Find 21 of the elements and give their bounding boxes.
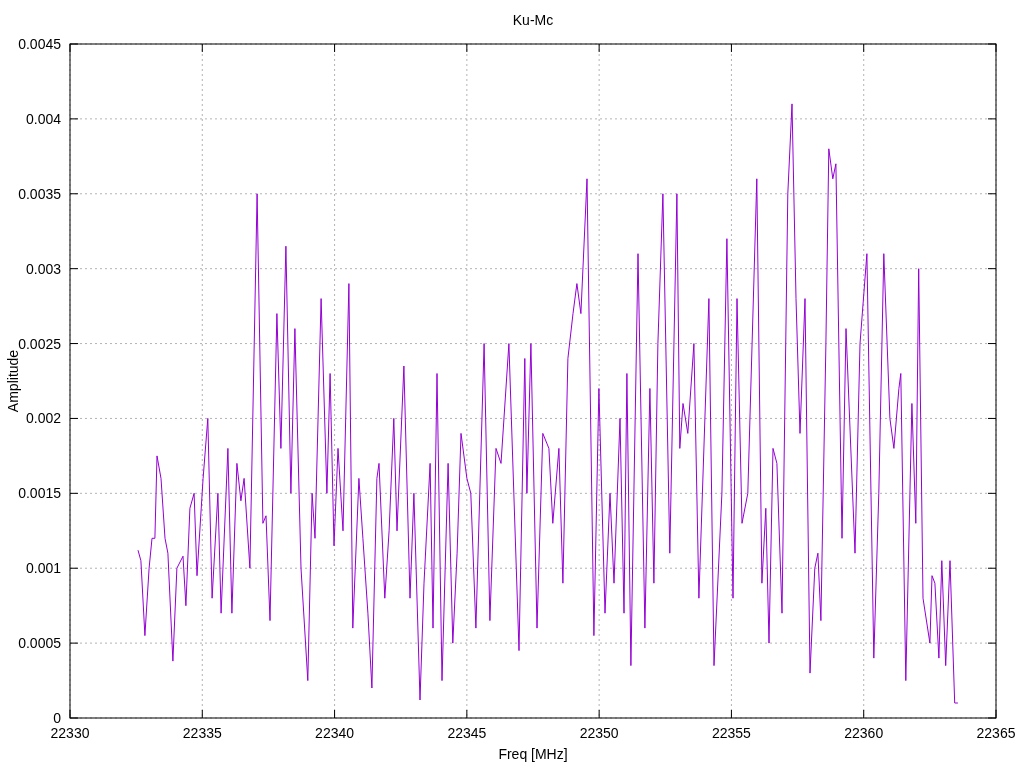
y-tick-label: 0.003 xyxy=(25,260,61,277)
y-tick-label: 0.0005 xyxy=(18,635,61,652)
y-tick-label: 0.0015 xyxy=(18,485,61,502)
x-tick-label: 22365 xyxy=(976,725,1016,741)
chart-title: Ku-Mc xyxy=(512,12,554,28)
x-tick-label: 22360 xyxy=(844,725,884,741)
x-axis-label: Freq [MHz] xyxy=(498,746,568,762)
x-tick-label: 22355 xyxy=(711,725,751,741)
x-tick-label: 22350 xyxy=(579,725,619,741)
x-tick-label: 22340 xyxy=(315,725,355,741)
x-tick-label: 22345 xyxy=(447,725,487,741)
y-axis-label: Amplitude xyxy=(5,349,21,413)
y-tick-label: 0.0045 xyxy=(18,36,61,52)
y-tick-label: 0.001 xyxy=(25,560,61,577)
y-tick-label: 0.0035 xyxy=(18,185,61,202)
y-tick-label: 0.004 xyxy=(25,110,61,127)
x-tick-label: 22330 xyxy=(50,725,90,741)
y-tick-label: 0.0025 xyxy=(18,335,61,352)
y-tick-label: 0 xyxy=(53,710,61,726)
x-tick-label: 22335 xyxy=(182,725,222,741)
y-tick-label: 0.002 xyxy=(25,410,61,427)
